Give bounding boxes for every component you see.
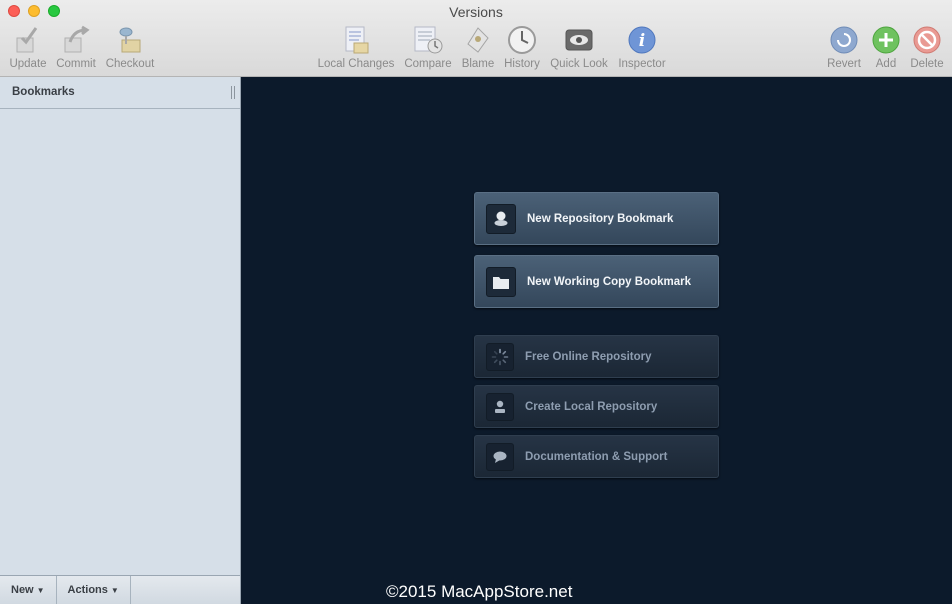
repository-icon (486, 203, 516, 234)
checkout-icon (119, 27, 141, 53)
documentation-support-label: Documentation & Support (525, 450, 668, 463)
add-button[interactable]: Add (869, 24, 903, 74)
documentation-support-button[interactable]: Documentation & Support (474, 435, 719, 478)
compare-label: Compare (404, 58, 452, 70)
caret-down-icon: ▼ (36, 586, 45, 595)
info-icon: i (628, 26, 656, 54)
checkout-button[interactable]: Checkout (103, 24, 157, 74)
update-icon (16, 27, 38, 53)
no-entry-icon (913, 26, 941, 54)
new-repository-bookmark-label: New Repository Bookmark (527, 212, 674, 225)
new-working-copy-bookmark-button[interactable]: New Working Copy Bookmark (474, 255, 719, 308)
speech-bubble-icon (486, 442, 514, 471)
inspector-label: Inspector (618, 58, 666, 70)
bookmarks-sidebar: Bookmarks New ▼ Actions ▼ (0, 77, 241, 604)
sidebar-footer: New ▼ Actions ▼ (0, 575, 240, 604)
watermark: ©2015 MacAppStore.net (386, 582, 573, 601)
new-working-copy-bookmark-label: New Working Copy Bookmark (527, 275, 692, 288)
free-online-repository-button[interactable]: Free Online Repository (474, 335, 719, 378)
free-online-repository-label: Free Online Repository (525, 350, 652, 363)
create-local-repository-button[interactable]: Create Local Repository (474, 385, 719, 428)
blame-icon (467, 27, 489, 53)
compare-button[interactable]: Compare (403, 24, 453, 74)
commit-label: Commit (56, 58, 96, 70)
sidebar-header: Bookmarks (0, 77, 240, 109)
quick-look-button[interactable]: Quick Look (547, 24, 611, 74)
loading-spinner-icon (486, 342, 514, 371)
welcome-panel: New Repository Bookmark New Working Copy… (242, 77, 952, 604)
new-repository-bookmark-button[interactable]: New Repository Bookmark (474, 192, 719, 245)
delete-label: Delete (910, 58, 944, 70)
actions-menu-label: Actions (67, 584, 108, 596)
revert-label: Revert (827, 58, 861, 70)
local-repository-icon (486, 392, 514, 421)
sidebar-title: Bookmarks (12, 86, 75, 98)
quick-look-label: Quick Look (550, 58, 608, 70)
window-title: Versions (449, 4, 503, 20)
caret-down-icon: ▼ (110, 586, 119, 595)
eye-icon (565, 29, 593, 51)
checkout-label: Checkout (105, 58, 155, 70)
blame-label: Blame (461, 58, 495, 70)
svg-text:i: i (639, 31, 645, 51)
update-label: Update (9, 58, 47, 70)
create-local-repository-label: Create Local Repository (525, 400, 658, 413)
commit-button[interactable]: Commit (54, 24, 98, 74)
update-button[interactable]: Update (6, 24, 50, 74)
history-label: History (504, 58, 540, 70)
titlebar: Versions Update Commit Checkout Local Ch… (0, 0, 952, 77)
local-changes-button[interactable]: Local Changes (316, 24, 396, 74)
inspector-button[interactable]: i Inspector (615, 24, 669, 74)
revert-icon (830, 26, 858, 54)
compare-icon (414, 26, 443, 54)
history-button[interactable]: History (501, 24, 543, 74)
new-menu-button[interactable]: New ▼ (0, 576, 57, 604)
commit-icon (64, 25, 90, 53)
new-menu-label: New (11, 584, 34, 596)
folder-icon (486, 266, 516, 297)
blame-button[interactable]: Blame (459, 24, 497, 74)
revert-button[interactable]: Revert (823, 24, 865, 74)
delete-button[interactable]: Delete (907, 24, 947, 74)
local-changes-label: Local Changes (317, 58, 395, 70)
actions-menu-button[interactable]: Actions ▼ (57, 576, 131, 604)
bookmarks-list[interactable] (0, 109, 240, 574)
plus-icon (872, 26, 900, 54)
local-changes-icon (345, 26, 369, 54)
history-clock-icon (508, 26, 536, 54)
resize-handle-icon[interactable] (231, 86, 235, 99)
add-label: Add (875, 58, 897, 70)
